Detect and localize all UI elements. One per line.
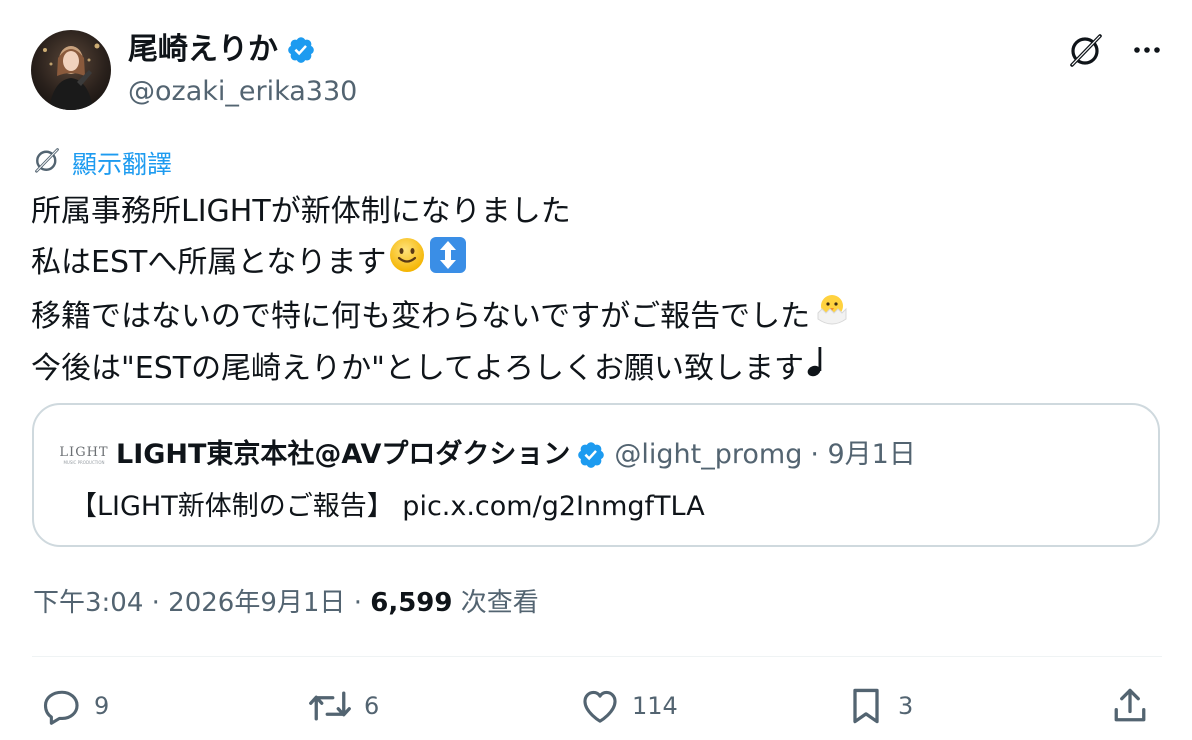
retweet-button[interactable]: 6 xyxy=(306,683,379,729)
verified-badge-icon[interactable] xyxy=(576,440,606,470)
tweet-meta: 下午3:04 · 2026年9月1日 · 6,599 次查看 xyxy=(33,585,539,621)
reply-count: 9 xyxy=(94,692,110,720)
slightly-smiling-face-emoji xyxy=(388,236,426,288)
tweet-action-bar: 9 6 114 3 xyxy=(40,683,1156,731)
musical-note-emoji xyxy=(806,343,830,393)
quote-avatar-logo: LIGHT xyxy=(59,444,109,460)
views-label: 次查看 xyxy=(452,588,539,618)
bookmark-count: 3 xyxy=(898,692,914,720)
tweet-top-actions xyxy=(1066,30,1162,70)
tweet-line: 所属事務所LIGHTが新体制になりました xyxy=(31,188,1151,235)
translate-icon xyxy=(32,145,62,184)
tweet-line-text: 移籍ではないので特に何も変わらないですがご報告でした xyxy=(31,298,811,334)
like-button[interactable]: 114 xyxy=(578,683,678,729)
quote-display-name[interactable]: LIGHT東京本社@AVプロダクション xyxy=(116,435,570,475)
quote-avatar-sub: MUSIC PRODUCTION xyxy=(63,459,105,465)
divider xyxy=(32,656,1162,657)
tweet-line: 今後は"ESTの尾崎えりか"としてよろしくお願い致します xyxy=(31,343,1151,393)
tweet-line-text: 私はESTへ所属となります xyxy=(31,244,387,280)
more-icon[interactable] xyxy=(1132,35,1162,65)
quote-avatar[interactable]: LIGHT MUSIC PRODUCTION xyxy=(59,433,109,477)
tweet-line: 私はESTへ所属となります xyxy=(31,235,1151,289)
tweet-line-text: 所属事務所LIGHTが新体制になりました xyxy=(31,194,571,229)
reply-icon xyxy=(43,690,79,725)
quote-date[interactable]: · 9月1日 xyxy=(810,435,916,475)
bookmark-button[interactable]: 3 xyxy=(844,683,913,729)
tweet-text: 所属事務所LIGHTが新体制になりました 私はESTへ所属となります 移籍ではな… xyxy=(31,188,1151,393)
author-display-name[interactable]: 尾崎えりか xyxy=(128,30,278,70)
translate-label[interactable]: 顯示翻譯 xyxy=(72,148,172,182)
verified-badge-icon[interactable] xyxy=(286,35,316,65)
quote-text: 【LIGHT新体制のご報告】 pic.x.com/g2InmgfTLA xyxy=(70,491,705,522)
tweet-line: 移籍ではないので特に何も変わらないですがご報告でした xyxy=(31,289,1151,343)
author-avatar[interactable] xyxy=(31,30,111,110)
share-icon xyxy=(1114,688,1146,722)
author-name-row[interactable]: 尾崎えりか xyxy=(128,30,316,70)
tweet-timestamp[interactable]: 下午3:04 · 2026年9月1日 · xyxy=(33,588,370,618)
like-count: 114 xyxy=(632,692,678,720)
views-count: 6,599 xyxy=(370,588,453,618)
avatar-image xyxy=(43,43,100,110)
hatching-chick-emoji xyxy=(812,289,852,343)
bookmark-icon xyxy=(853,688,879,724)
quoted-tweet-card[interactable]: LIGHT MUSIC PRODUCTION LIGHT東京本社@AVプロダクシ… xyxy=(32,403,1160,547)
reply-button[interactable]: 9 xyxy=(40,683,109,729)
grok-icon[interactable] xyxy=(1066,30,1106,70)
quote-handle[interactable]: @light_promg xyxy=(614,435,802,475)
quote-header: LIGHT MUSIC PRODUCTION LIGHT東京本社@AVプロダクシ… xyxy=(59,433,916,477)
author-handle[interactable]: @ozaki_erika330 xyxy=(128,74,357,110)
heart-icon xyxy=(583,690,617,723)
retweet-count: 6 xyxy=(364,692,380,720)
retweet-icon xyxy=(309,691,351,721)
tweet-line-text: 今後は"ESTの尾崎えりか"としてよろしくお願い致します xyxy=(31,350,805,386)
up-down-arrow-emoji xyxy=(428,235,468,289)
share-button[interactable] xyxy=(1108,683,1152,729)
show-translation-link[interactable]: 顯示翻譯 xyxy=(32,145,172,184)
